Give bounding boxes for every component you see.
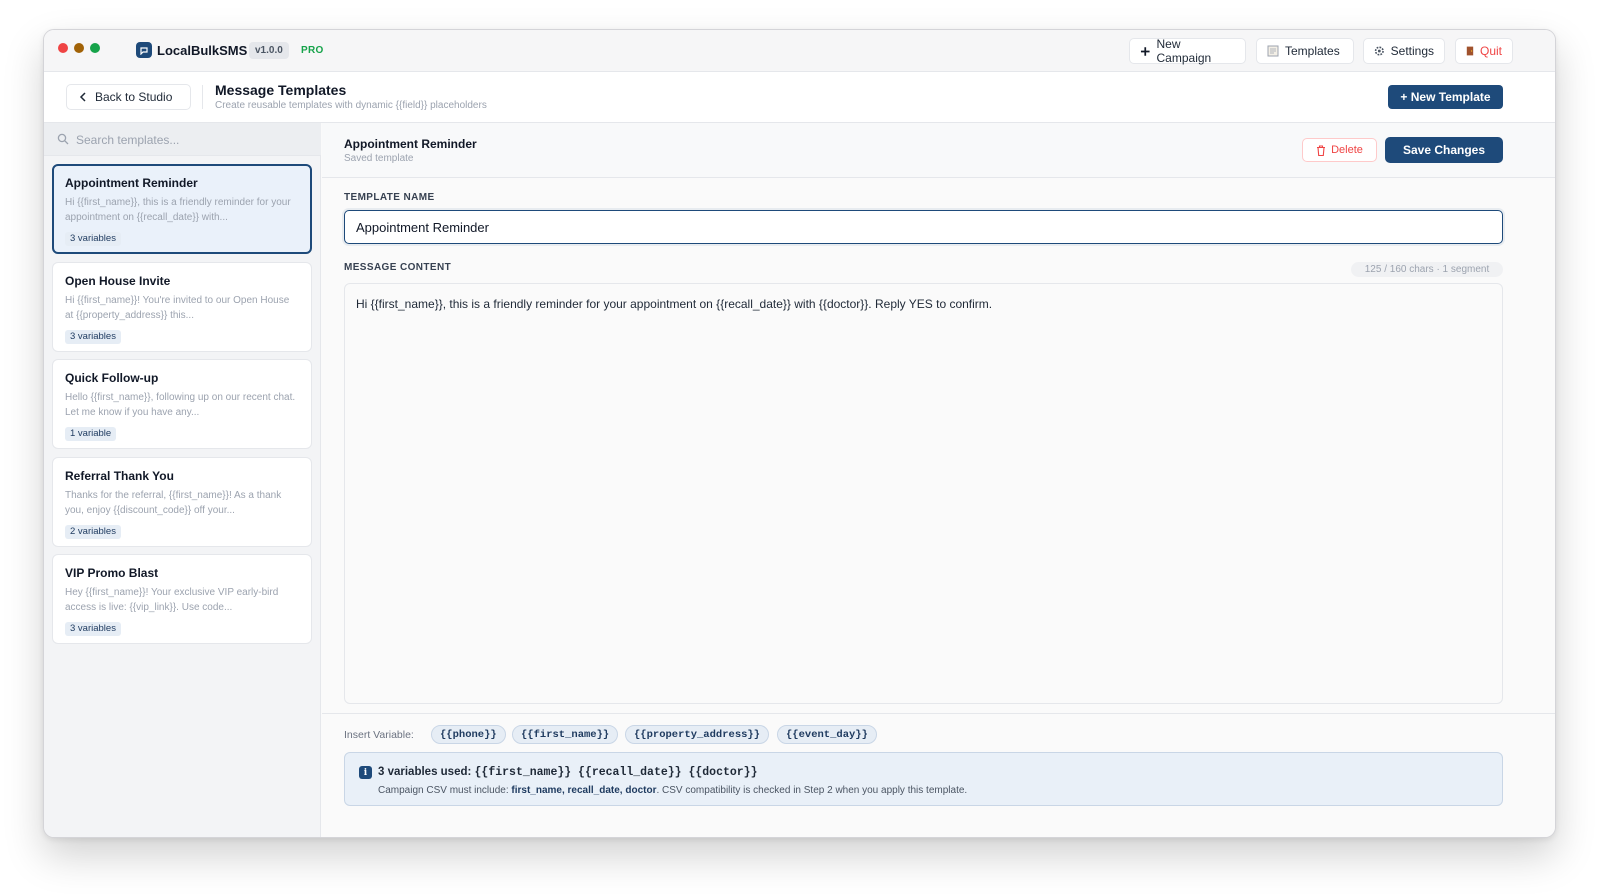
back-to-studio-button[interactable]: Back to Studio [66, 84, 191, 110]
insert-variable-bar: Insert Variable: {{phone}} {{first_name}… [322, 713, 1555, 744]
app-window: LocalBulkSMS v1.0.0 PRO New Campaign Tem… [43, 29, 1556, 838]
new-campaign-button[interactable]: New Campaign [1129, 37, 1246, 65]
chevron-left-icon [79, 92, 86, 102]
template-name-label: TEMPLATE NAME [344, 192, 435, 203]
variable-count-badge: 3 variables [65, 232, 121, 246]
insert-variable-label: Insert Variable: [344, 729, 414, 741]
delete-label: Delete [1331, 144, 1363, 156]
page-title: Message Templates [215, 82, 347, 98]
template-card-preview: Hello {{first_name}}, following up on ou… [65, 392, 296, 418]
variables-used-list: {{first_name}} {{recall_date}} {{doctor}… [474, 766, 758, 779]
app-name: LocalBulkSMS [157, 43, 248, 58]
char-count-badge: 125 / 160 chars · 1 segment [1351, 262, 1503, 277]
version-badge: v1.0.0 [249, 42, 289, 59]
back-label: Back to Studio [95, 90, 173, 104]
gear-icon [1374, 46, 1384, 56]
header-divider [202, 85, 203, 109]
variables-used-count: 3 variables used: [378, 766, 472, 778]
save-changes-button[interactable]: Save Changes [1385, 137, 1503, 163]
template-card-preview: Hi {{first_name}}, this is a friendly re… [65, 197, 291, 223]
template-card-name: Referral Thank You [65, 469, 174, 483]
minimize-window-button[interactable] [74, 43, 84, 53]
template-card-name: Appointment Reminder [65, 176, 198, 190]
csv-required-fields: first_name, recall_date, doctor [511, 785, 657, 796]
template-card-referral-thank-you[interactable]: Referral Thank You Thanks for the referr… [52, 457, 312, 547]
search-icon [57, 133, 69, 145]
template-card-vip-promo-blast[interactable]: VIP Promo Blast Hey {{first_name}}! Your… [52, 554, 312, 644]
search-input[interactable] [76, 131, 306, 149]
template-card-name: Open House Invite [65, 274, 171, 288]
app-logo-icon [136, 42, 152, 58]
variables-used-summary: 3 variables used: {{first_name}} {{recal… [378, 766, 757, 779]
page-header: Back to Studio Message Templates Create … [44, 72, 1555, 123]
settings-label: Settings [1390, 44, 1434, 58]
variable-chip-first-name[interactable]: {{first_name}} [512, 725, 619, 744]
variable-count-badge: 1 variable [65, 427, 117, 441]
message-content-textarea[interactable]: Hi {{first_name}}, this is a friendly re… [344, 283, 1503, 704]
door-icon [1466, 46, 1474, 56]
variable-count-badge: 3 variables [65, 622, 121, 636]
variable-chip-property-address[interactable]: {{property_address}} [625, 725, 770, 744]
template-card-preview: Hey {{first_name}}! Your exclusive VIP e… [65, 587, 279, 613]
variable-chip-event-day[interactable]: {{event_day}} [777, 725, 877, 744]
variables-info-box: i 3 variables used: {{first_name}} {{rec… [344, 752, 1503, 806]
title-bar: LocalBulkSMS v1.0.0 PRO New Campaign Tem… [44, 30, 1555, 72]
template-card-open-house-invite[interactable]: Open House Invite Hi {{first_name}}! You… [52, 262, 312, 352]
message-content-label: MESSAGE CONTENT [344, 262, 452, 273]
template-name-input[interactable] [344, 210, 1503, 244]
template-card-name: Quick Follow-up [65, 371, 159, 385]
delete-button[interactable]: Delete [1302, 138, 1377, 162]
csv-requirement-note: Campaign CSV must include: first_name, r… [378, 785, 967, 796]
template-sidebar: Appointment Reminder Hi {{first_name}}, … [44, 123, 321, 837]
template-card-preview: Thanks for the referral, {{first_name}}!… [65, 490, 282, 516]
editor-header: Appointment Reminder Saved template Dele… [322, 123, 1555, 178]
templates-button[interactable]: Templates [1256, 38, 1354, 64]
page-subtitle: Create reusable templates with dynamic {… [215, 100, 487, 111]
new-campaign-label: New Campaign [1156, 37, 1212, 65]
editor-title: Appointment Reminder [344, 137, 477, 151]
template-card-appointment-reminder[interactable]: Appointment Reminder Hi {{first_name}}, … [52, 164, 312, 254]
variable-count-badge: 2 variables [65, 525, 121, 539]
csv-requirement-prefix: Campaign CSV must include: [378, 785, 509, 796]
quit-button[interactable]: Quit [1455, 38, 1513, 64]
quit-label: Quit [1479, 44, 1502, 58]
zoom-window-button[interactable] [90, 43, 100, 53]
info-icon: i [359, 766, 372, 779]
template-card-name: VIP Promo Blast [65, 566, 159, 580]
template-card-preview: Hi {{first_name}}! You're invited to our… [65, 295, 290, 321]
new-template-button[interactable]: + New Template [1388, 85, 1503, 109]
variable-chip-phone[interactable]: {{phone}} [431, 725, 506, 744]
csv-requirement-suffix: . CSV compatibility is checked in Step 2… [656, 785, 968, 796]
close-window-button[interactable] [58, 43, 68, 53]
pro-badge: PRO [301, 45, 324, 56]
trash-icon [1317, 144, 1326, 156]
editor-subtitle: Saved template [344, 153, 414, 164]
variable-count-badge: 3 variables [65, 330, 121, 344]
templates-label: Templates [1285, 44, 1340, 58]
template-card-quick-follow-up[interactable]: Quick Follow-up Hello {{first_name}}, fo… [52, 359, 312, 449]
search-bar [44, 123, 321, 156]
template-icon [1267, 45, 1279, 57]
plus-icon [1140, 46, 1150, 56]
settings-button[interactable]: Settings [1363, 38, 1445, 64]
template-editor: Appointment Reminder Saved template Dele… [322, 123, 1555, 837]
